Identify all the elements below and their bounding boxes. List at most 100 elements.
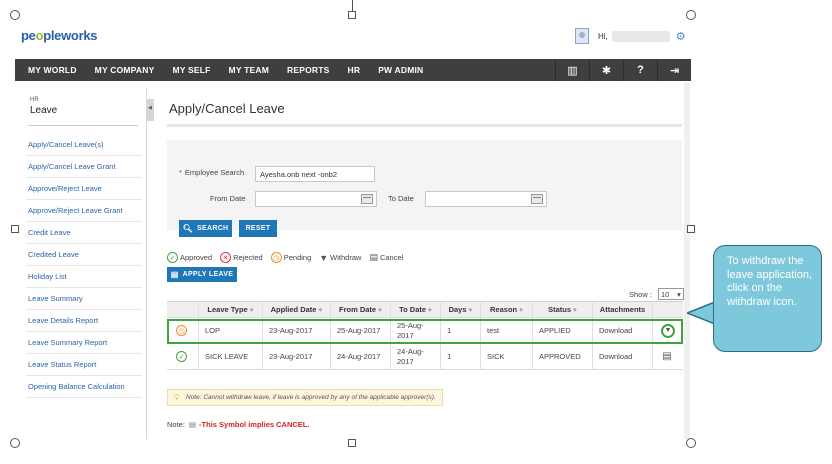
gear-icon[interactable]: ⚙: [676, 30, 686, 43]
sidebar-item-opening-balance[interactable]: Opening Balance Calculation: [26, 376, 142, 398]
check-circle-icon: ✓: [167, 252, 178, 263]
header-leave-type[interactable]: Leave Type ◆: [199, 302, 263, 317]
selection-handle[interactable]: [686, 10, 696, 20]
cancel-note: Note: ▤ -This Symbol implies CANCEL.: [167, 420, 309, 429]
nav-icon-group: ▥ ✱ ? ⇥: [555, 59, 691, 81]
sidebar-item-approve-reject-leave-grant[interactable]: Approve/Reject Leave Grant: [26, 200, 142, 222]
withdraw-note-text: Note: Cannot withdraw leave, if leave is…: [186, 394, 436, 401]
status-icon-cell: ✓: [167, 344, 199, 369]
header-attachments: Attachments: [593, 302, 653, 317]
check-circle-icon: ✓: [176, 351, 187, 362]
to-date-input[interactable]: [425, 191, 547, 207]
cancel-note-text: -This Symbol implies CANCEL.: [199, 420, 310, 429]
header-days[interactable]: Days ◆: [441, 302, 481, 317]
legend-rejected: ✕ Rejected: [220, 252, 263, 263]
app-window: peopleworks Hi, ⚙ MY WORLD MY COMPANY MY…: [15, 15, 691, 443]
page-size-select[interactable]: 10 ▾: [657, 288, 684, 300]
nav-pw-admin[interactable]: PW ADMIN: [369, 59, 432, 81]
status-legend: ✓ Approved ✕ Rejected ◷ Pending ▼ Withdraw ▤…: [167, 252, 411, 263]
calendar-icon[interactable]: [531, 194, 543, 204]
callout-pointer: [687, 301, 715, 325]
sidebar-item-credited-leave[interactable]: Credited Leave: [26, 244, 142, 266]
sidebar-list: Apply/Cancel Leave(s) Apply/Cancel Leave…: [26, 134, 142, 398]
selection-handle[interactable]: [686, 438, 696, 448]
peopleworks-logo: peopleworks: [21, 28, 98, 43]
selection-handle[interactable]: [10, 10, 20, 20]
book-icon[interactable]: ▥: [555, 59, 589, 81]
tools-icon[interactable]: ✱: [589, 59, 623, 81]
exit-icon[interactable]: ⇥: [657, 59, 691, 81]
cell-days: 1: [441, 344, 481, 369]
header-from-date[interactable]: From Date ◆: [331, 302, 391, 317]
nav-hr[interactable]: HR: [339, 59, 370, 81]
trash-icon: ▤: [188, 420, 197, 429]
header-status-icon: [167, 302, 199, 317]
download-link[interactable]: Download: [593, 344, 653, 369]
trash-icon[interactable]: ▤: [662, 351, 671, 362]
x-circle-icon: ✕: [220, 252, 232, 263]
employee-search-label: * Employee Search: [179, 168, 245, 177]
user-area: Hi, ⚙: [575, 27, 686, 45]
required-marker: *: [179, 168, 182, 177]
action-cell: ▤: [653, 344, 683, 369]
sidebar-item-approve-reject-leave[interactable]: Approve/Reject Leave: [26, 178, 142, 200]
to-date-label: To Date: [388, 194, 414, 203]
search-button[interactable]: 🔍︎ SEARCH: [179, 220, 232, 237]
table-row: ✓ SICK LEAVE 23-Aug-2017 24-Aug-2017 24-…: [167, 344, 683, 370]
sidebar-item-leave-summary-report[interactable]: Leave Summary Report: [26, 332, 142, 354]
help-icon[interactable]: ?: [623, 59, 657, 81]
scrollbar[interactable]: [684, 83, 690, 439]
nav-my-self[interactable]: MY SELF: [163, 59, 219, 81]
sidebar-item-holiday-list[interactable]: Holiday List: [26, 266, 142, 288]
legend-pending: ◷ Pending: [270, 252, 311, 263]
table-header: Leave Type ◆ Applied Date ◆ From Date ◆ To …: [167, 301, 683, 318]
avatar[interactable]: [575, 28, 589, 44]
header-to-date[interactable]: To Date ◆: [391, 302, 441, 317]
cell-to-date: 24-Aug-2017: [391, 344, 441, 369]
header-status[interactable]: Status ◆: [533, 302, 593, 317]
sidebar-item-leave-status-report[interactable]: Leave Status Report: [26, 354, 142, 376]
nav-my-company[interactable]: MY COMPANY: [86, 59, 164, 81]
caret-down-icon: ▾: [677, 289, 681, 299]
sidebar-item-apply-cancel-leave-grant[interactable]: Apply/Cancel Leave Grant: [26, 156, 142, 178]
search-icon: 🔍︎: [182, 224, 194, 233]
search-panel: *Employee Search From Date To Date 🔍︎SEA…: [167, 140, 682, 237]
apply-leave-button[interactable]: ▤ APPLY LEAVE: [167, 267, 237, 282]
row-highlight-frame: [167, 319, 683, 344]
document-icon: ▤: [170, 270, 179, 279]
selection-handle[interactable]: [11, 225, 19, 233]
from-date-input[interactable]: [255, 191, 377, 207]
cell-status: APPROVED: [533, 344, 593, 369]
cancel-note-prefix: Note:: [167, 420, 185, 429]
thumbs-down-icon: ▼: [319, 252, 329, 263]
trash-icon: ▤: [369, 252, 378, 262]
selection-handle[interactable]: [348, 11, 356, 19]
legend-approved: ✓ Approved: [167, 252, 212, 263]
instruction-callout: To withdraw the leave application, click…: [713, 245, 822, 352]
header-reason[interactable]: Reason ◆: [481, 302, 533, 317]
sidebar-title: Leave: [30, 105, 58, 116]
header-action: [653, 302, 683, 317]
main-nav: MY WORLD MY COMPANY MY SELF MY TEAM REPO…: [15, 59, 691, 81]
sidebar-item-apply-cancel-leave[interactable]: Apply/Cancel Leave(s): [26, 134, 142, 156]
show-label: Show :: [629, 289, 652, 299]
sidebar-collapse-toggle[interactable]: [147, 99, 154, 121]
sidebar-item-leave-summary[interactable]: Leave Summary: [26, 288, 142, 310]
nav-my-team[interactable]: MY TEAM: [220, 59, 278, 81]
greeting: Hi,: [598, 31, 608, 41]
selection-handle[interactable]: [687, 225, 695, 233]
header-applied-date[interactable]: Applied Date ◆: [263, 302, 331, 317]
sidebar: HR Leave Apply/Cancel Leave(s) Apply/Can…: [17, 89, 147, 439]
sidebar-section: HR: [30, 97, 39, 103]
calendar-icon[interactable]: [361, 194, 373, 204]
selection-handle[interactable]: [348, 439, 356, 447]
employee-search-input[interactable]: [255, 166, 375, 182]
selection-handle[interactable]: [10, 438, 20, 448]
cell-applied-date: 23-Aug-2017: [263, 344, 331, 369]
title-divider: [167, 124, 682, 127]
sidebar-item-credit-leave[interactable]: Credit Leave: [26, 222, 142, 244]
sidebar-item-leave-details-report[interactable]: Leave Details Report: [26, 310, 142, 332]
reset-button[interactable]: RESET: [239, 220, 277, 237]
nav-reports[interactable]: REPORTS: [278, 59, 339, 81]
nav-my-world[interactable]: MY WORLD: [15, 59, 86, 81]
